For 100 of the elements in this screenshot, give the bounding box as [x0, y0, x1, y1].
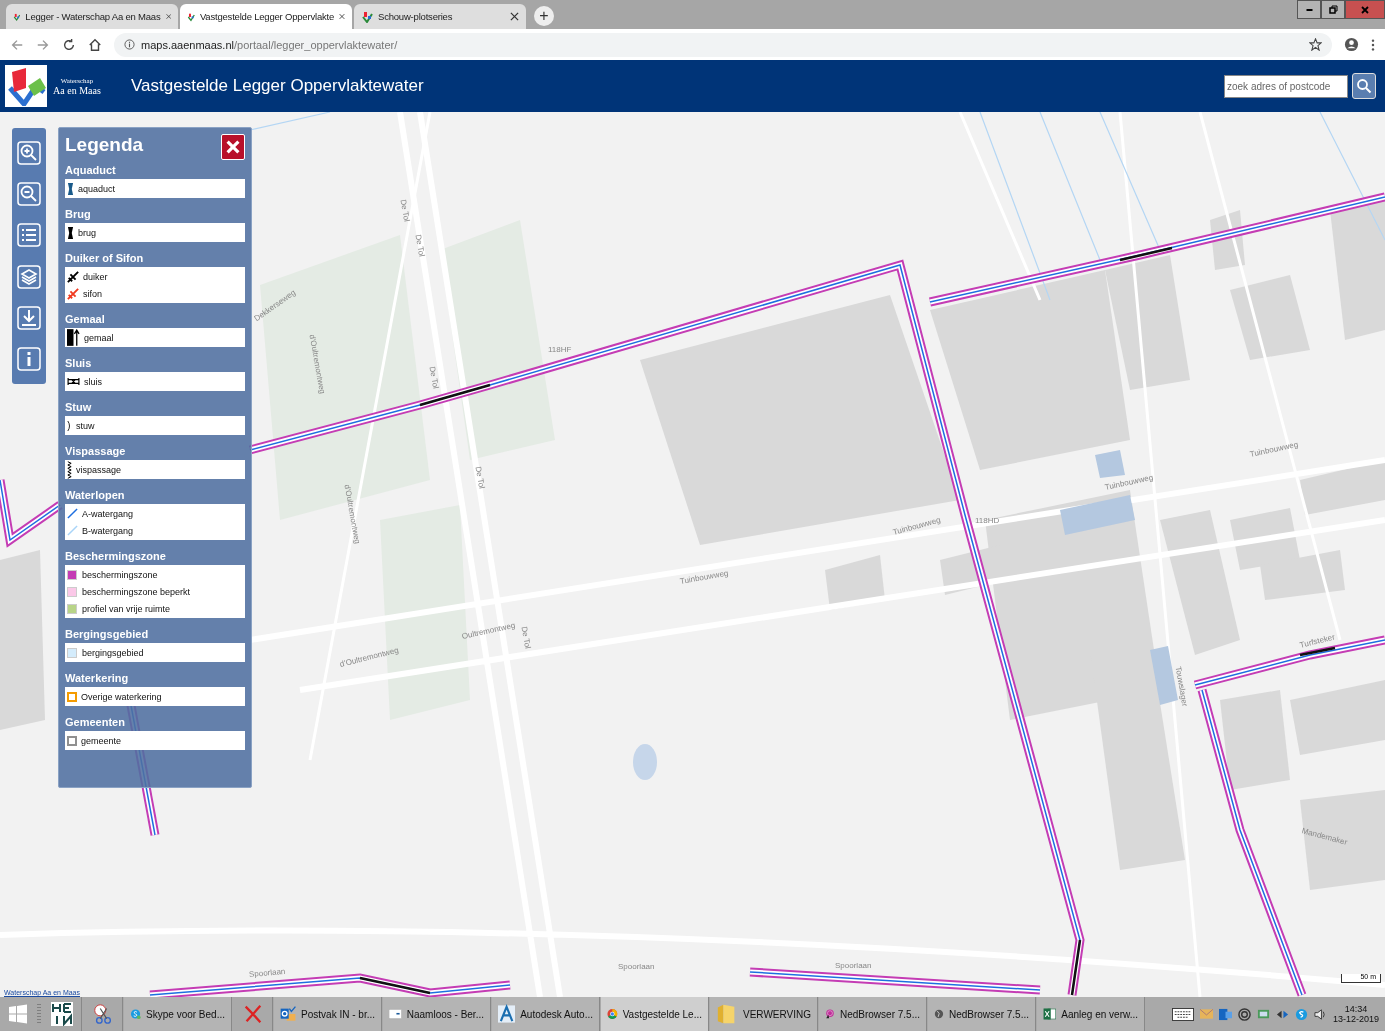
- home-icon[interactable]: [88, 37, 102, 52]
- tiles-icon: [8, 1004, 28, 1024]
- street-label: De Tol: [427, 365, 441, 390]
- taskbar-app[interactable]: NedBrowser 7.5...: [819, 997, 927, 1031]
- taskbar-app[interactable]: Aanleg en verw...: [1037, 997, 1145, 1031]
- legend-label: beschermingszone beperkt: [82, 586, 191, 597]
- street-label: 118HF: [548, 345, 572, 354]
- restore-button[interactable]: [1321, 0, 1345, 19]
- legend-section-title: Aquaduct: [65, 164, 117, 176]
- fish-passage-icon: [67, 460, 72, 479]
- account-icon[interactable]: [1344, 37, 1359, 52]
- line-icon: [67, 525, 78, 536]
- culvert-icon: [67, 270, 79, 283]
- network-icon[interactable]: [1256, 1007, 1270, 1021]
- grid-letters-icon: [50, 1002, 73, 1026]
- legend-section-title: Waterlopen: [65, 489, 126, 501]
- browser-tab[interactable]: Legger - Waterschap Aa en Maas: [6, 4, 178, 29]
- legend-label: profiel van vrije ruimte: [82, 603, 171, 614]
- legend-label: duiker: [83, 271, 108, 282]
- legend-section-title: Vispassage: [65, 445, 127, 457]
- street-label: Tuinbouwweg: [679, 568, 730, 586]
- speaker-icon[interactable]: [1313, 1007, 1327, 1021]
- forward-icon[interactable]: [36, 37, 50, 52]
- mail-app-icon[interactable]: [1218, 1007, 1232, 1021]
- minimize-button[interactable]: [1297, 0, 1321, 19]
- s-logo-icon[interactable]: [1294, 1007, 1308, 1021]
- address-field[interactable]: maps.aaenmaas.nl/portaal/legger_oppervlaktewater/: [114, 32, 1332, 57]
- aquaduct-icon: [67, 182, 74, 195]
- street-label: Spoorlaan: [835, 961, 872, 970]
- search-button[interactable]: [1352, 73, 1376, 99]
- menu-icon[interactable]: [1371, 37, 1375, 52]
- legend-label: stuw: [76, 420, 95, 431]
- layers-icon: [17, 264, 41, 289]
- taskbar-app[interactable]: Skype voor Bed...: [124, 997, 232, 1031]
- street-label: De Tol: [398, 198, 412, 223]
- street-label: 118HD: [975, 516, 1000, 525]
- clock[interactable]: 14:34 13-12-2019: [1332, 1004, 1379, 1024]
- legend-label: vispassage: [76, 464, 122, 475]
- legend-label: B-watergang: [82, 525, 134, 536]
- siphon-icon: [67, 287, 79, 300]
- lock-icon: [67, 377, 80, 386]
- close-window-button[interactable]: [1345, 0, 1385, 19]
- legend-title: Legenda: [65, 134, 144, 156]
- taskbar-app[interactable]: Naamloos - Ber...: [383, 997, 491, 1031]
- legend-label: A-watergang: [82, 508, 134, 519]
- back-icon[interactable]: [10, 37, 24, 52]
- info-button[interactable]: [17, 347, 41, 372]
- logo-icon: [5, 65, 47, 107]
- taskbar-app[interactable]: Postvak IN - br...: [274, 997, 382, 1031]
- street-label: De Tol: [473, 465, 487, 490]
- zoom-in-button[interactable]: [17, 140, 41, 165]
- grip-icon: [37, 1002, 41, 1026]
- close-icon[interactable]: [510, 12, 519, 21]
- taskbar-app[interactable]: Autodesk Auto...: [492, 997, 600, 1031]
- legend-label: gemeente: [81, 735, 122, 746]
- layers-button[interactable]: [17, 264, 41, 289]
- taskbar-app[interactable]: VERWERVING: [710, 997, 818, 1031]
- scissors-icon: [91, 1003, 114, 1025]
- street-label: Spoorlaan: [248, 966, 286, 979]
- close-icon: [224, 138, 242, 156]
- restore-icon: [1328, 4, 1338, 15]
- url-text: maps.aaenmaas.nl/portaal/legger_oppervlaktewater/: [141, 38, 399, 51]
- zoom-out-button[interactable]: [17, 182, 41, 206]
- browser-tab[interactable]: Vastgestelde Legger Oppervlakte: [180, 4, 352, 29]
- close-icon[interactable]: [339, 12, 345, 21]
- street-label: Spoorlaan: [618, 962, 655, 971]
- star-icon[interactable]: [1309, 38, 1322, 51]
- street-label: De Tol: [519, 625, 533, 650]
- legend-button[interactable]: [17, 223, 41, 248]
- new-tab-button[interactable]: +: [534, 6, 554, 26]
- tab-title: Schouw-plotseries: [378, 11, 454, 22]
- swirl-icon[interactable]: [1237, 1007, 1251, 1021]
- favicon-icon: [361, 10, 373, 23]
- search-field[interactable]: zoek adres of postcode: [1224, 74, 1348, 98]
- window-icon: [389, 1006, 402, 1022]
- street-label: Touwslager: [1173, 665, 1190, 708]
- list-icon: [17, 223, 41, 248]
- logo-name: Aa en Maas: [53, 84, 101, 96]
- clock-time: 14:34: [1344, 1004, 1368, 1014]
- browser-tab[interactable]: Schouw-plotseries: [354, 4, 526, 29]
- zoom-out-icon: [17, 182, 41, 206]
- legend-section-title: Stuw: [65, 401, 93, 413]
- keyboard-icon[interactable]: [1171, 1007, 1194, 1021]
- legend-label: bergingsgebied: [82, 647, 144, 658]
- taskbar-app[interactable]: NedBrowser 7.5...: [928, 997, 1036, 1031]
- download-icon: [17, 305, 41, 330]
- legend-section-title: Waterkering: [65, 672, 130, 684]
- search-icon: [1356, 78, 1372, 94]
- download-button[interactable]: [17, 305, 41, 330]
- legend-section-title: Beschermingszone: [65, 550, 167, 562]
- info-icon: [17, 347, 41, 372]
- street-label: De Tol: [413, 233, 427, 258]
- reload-icon[interactable]: [62, 37, 76, 52]
- legend-label: brug: [78, 227, 96, 238]
- app-title: Vastgestelde Legger Oppervlaktewater: [131, 76, 425, 96]
- legend-section-title: Duiker of Sifon: [65, 252, 145, 264]
- taskbar-app[interactable]: Vastgestelde Le...: [601, 997, 709, 1031]
- clock-date: 13-12-2019: [1332, 1014, 1379, 1024]
- close-button[interactable]: [221, 134, 245, 160]
- legend-label: aquaduct: [78, 183, 116, 194]
